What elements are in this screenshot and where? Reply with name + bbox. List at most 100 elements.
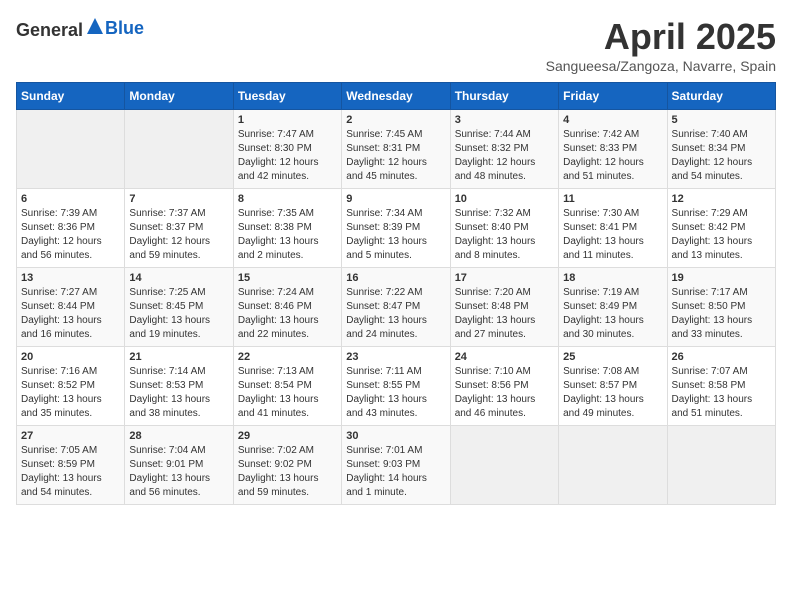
calendar-cell: 13 Sunrise: 7:27 AMSunset: 8:44 PMDayligh… [17, 268, 125, 347]
weekday-header-monday: Monday [125, 83, 233, 110]
weekday-header-thursday: Thursday [450, 83, 558, 110]
calendar-cell: 20Sunrise: 7:16 AMSunset: 8:52 PMDayligh… [17, 347, 125, 426]
calendar-cell: 17 Sunrise: 7:20 AMSunset: 8:48 PMDayligh… [450, 268, 558, 347]
calendar-cell: 7 Sunrise: 7:37 AMSunset: 8:37 PMDaylight… [125, 189, 233, 268]
day-number: 28 [129, 430, 228, 442]
day-number: 17 [455, 272, 554, 284]
logo-icon [85, 16, 105, 36]
weekday-header-saturday: Saturday [667, 83, 775, 110]
day-number: 26 [672, 351, 771, 363]
weekday-header-sunday: Sunday [17, 83, 125, 110]
day-info: Sunrise: 7:37 AMSunset: 8:37 PMDaylight:… [129, 207, 228, 263]
day-info: Sunrise: 7:01 AMSunset: 9:03 PMDaylight:… [346, 444, 445, 500]
day-number: 19 [672, 272, 771, 284]
day-number: 4 [563, 114, 662, 126]
logo: General Blue [16, 16, 144, 41]
day-info: Sunrise: 7:16 AMSunset: 8:52 PMDaylight:… [21, 365, 120, 421]
calendar-week-1: 1 Sunrise: 7:47 AMSunset: 8:30 PMDaylight… [17, 110, 776, 189]
calendar-cell: 25Sunrise: 7:08 AMSunset: 8:57 PMDayligh… [559, 347, 667, 426]
calendar-cell [667, 426, 775, 505]
calendar-cell: 10 Sunrise: 7:32 AMSunset: 8:40 PMDayligh… [450, 189, 558, 268]
day-info: Sunrise: 7:39 AMSunset: 8:36 PMDaylight:… [21, 207, 120, 263]
day-info: Sunrise: 7:32 AMSunset: 8:40 PMDaylight:… [455, 207, 554, 263]
day-info: Sunrise: 7:10 AMSunset: 8:56 PMDaylight:… [455, 365, 554, 421]
day-number: 2 [346, 114, 445, 126]
day-info: Sunrise: 7:30 AMSunset: 8:41 PMDaylight:… [563, 207, 662, 263]
title-area: April 2025 Sangueesa/Zangoza, Navarre, S… [546, 16, 776, 74]
day-number: 18 [563, 272, 662, 284]
day-info: Sunrise: 7:40 AMSunset: 8:34 PMDaylight:… [672, 128, 771, 184]
day-number: 10 [455, 193, 554, 205]
day-number: 13 [21, 272, 120, 284]
calendar-cell: 8 Sunrise: 7:35 AMSunset: 8:38 PMDaylight… [233, 189, 341, 268]
day-number: 24 [455, 351, 554, 363]
day-number: 22 [238, 351, 337, 363]
calendar-week-5: 27Sunrise: 7:05 AMSunset: 8:59 PMDayligh… [17, 426, 776, 505]
day-info: Sunrise: 7:42 AMSunset: 8:33 PMDaylight:… [563, 128, 662, 184]
day-info: Sunrise: 7:34 AMSunset: 8:39 PMDaylight:… [346, 207, 445, 263]
calendar-cell: 24 Sunrise: 7:10 AMSunset: 8:56 PMDayligh… [450, 347, 558, 426]
calendar-cell: 5Sunrise: 7:40 AMSunset: 8:34 PMDaylight… [667, 110, 775, 189]
calendar-cell: 26Sunrise: 7:07 AMSunset: 8:58 PMDayligh… [667, 347, 775, 426]
calendar-cell: 30 Sunrise: 7:01 AMSunset: 9:03 PMDayligh… [342, 426, 450, 505]
day-info: Sunrise: 7:04 AMSunset: 9:01 PMDaylight:… [129, 444, 228, 500]
calendar-cell: 6 Sunrise: 7:39 AMSunset: 8:36 PMDaylight… [17, 189, 125, 268]
day-info: Sunrise: 7:25 AMSunset: 8:45 PMDaylight:… [129, 286, 228, 342]
day-number: 11 [563, 193, 662, 205]
calendar-title: April 2025 [546, 16, 776, 58]
calendar-cell: 22 Sunrise: 7:13 AMSunset: 8:54 PMDayligh… [233, 347, 341, 426]
day-info: Sunrise: 7:27 AMSunset: 8:44 PMDaylight:… [21, 286, 120, 342]
calendar-cell: 19Sunrise: 7:17 AMSunset: 8:50 PMDayligh… [667, 268, 775, 347]
day-number: 14 [129, 272, 228, 284]
day-info: Sunrise: 7:45 AMSunset: 8:31 PMDaylight:… [346, 128, 445, 184]
weekday-header-row: SundayMondayTuesdayWednesdayThursdayFrid… [17, 83, 776, 110]
day-number: 29 [238, 430, 337, 442]
day-info: Sunrise: 7:35 AMSunset: 8:38 PMDaylight:… [238, 207, 337, 263]
day-info: Sunrise: 7:13 AMSunset: 8:54 PMDaylight:… [238, 365, 337, 421]
calendar-cell [125, 110, 233, 189]
day-info: Sunrise: 7:20 AMSunset: 8:48 PMDaylight:… [455, 286, 554, 342]
day-number: 3 [455, 114, 554, 126]
calendar-cell [17, 110, 125, 189]
logo-blue-text: Blue [105, 18, 144, 38]
day-number: 23 [346, 351, 445, 363]
calendar-body: 1 Sunrise: 7:47 AMSunset: 8:30 PMDaylight… [17, 110, 776, 505]
calendar-cell: 28 Sunrise: 7:04 AMSunset: 9:01 PMDayligh… [125, 426, 233, 505]
day-info: Sunrise: 7:44 AMSunset: 8:32 PMDaylight:… [455, 128, 554, 184]
calendar-cell: 27Sunrise: 7:05 AMSunset: 8:59 PMDayligh… [17, 426, 125, 505]
calendar-table: SundayMondayTuesdayWednesdayThursdayFrid… [16, 82, 776, 505]
day-number: 6 [21, 193, 120, 205]
calendar-week-3: 13 Sunrise: 7:27 AMSunset: 8:44 PMDayligh… [17, 268, 776, 347]
calendar-cell: 23 Sunrise: 7:11 AMSunset: 8:55 PMDayligh… [342, 347, 450, 426]
calendar-cell: 4 Sunrise: 7:42 AMSunset: 8:33 PMDaylight… [559, 110, 667, 189]
day-info: Sunrise: 7:05 AMSunset: 8:59 PMDaylight:… [21, 444, 120, 500]
weekday-header-tuesday: Tuesday [233, 83, 341, 110]
calendar-cell: 16 Sunrise: 7:22 AMSunset: 8:47 PMDayligh… [342, 268, 450, 347]
calendar-cell: 18Sunrise: 7:19 AMSunset: 8:49 PMDayligh… [559, 268, 667, 347]
page-header: General Blue April 2025 Sangueesa/Zangoz… [16, 16, 776, 74]
calendar-cell [450, 426, 558, 505]
calendar-cell: 3 Sunrise: 7:44 AMSunset: 8:32 PMDaylight… [450, 110, 558, 189]
calendar-week-4: 20Sunrise: 7:16 AMSunset: 8:52 PMDayligh… [17, 347, 776, 426]
day-info: Sunrise: 7:29 AMSunset: 8:42 PMDaylight:… [672, 207, 771, 263]
calendar-header: SundayMondayTuesdayWednesdayThursdayFrid… [17, 83, 776, 110]
day-info: Sunrise: 7:11 AMSunset: 8:55 PMDaylight:… [346, 365, 445, 421]
logo-general-text: General [16, 20, 83, 40]
day-info: Sunrise: 7:14 AMSunset: 8:53 PMDaylight:… [129, 365, 228, 421]
day-number: 12 [672, 193, 771, 205]
calendar-cell [559, 426, 667, 505]
day-number: 9 [346, 193, 445, 205]
calendar-cell: 9 Sunrise: 7:34 AMSunset: 8:39 PMDaylight… [342, 189, 450, 268]
calendar-location: Sangueesa/Zangoza, Navarre, Spain [546, 58, 776, 74]
day-number: 8 [238, 193, 337, 205]
day-number: 25 [563, 351, 662, 363]
day-number: 1 [238, 114, 337, 126]
day-number: 16 [346, 272, 445, 284]
day-info: Sunrise: 7:22 AMSunset: 8:47 PMDaylight:… [346, 286, 445, 342]
day-number: 15 [238, 272, 337, 284]
calendar-cell: 29 Sunrise: 7:02 AMSunset: 9:02 PMDayligh… [233, 426, 341, 505]
day-info: Sunrise: 7:02 AMSunset: 9:02 PMDaylight:… [238, 444, 337, 500]
day-number: 30 [346, 430, 445, 442]
day-number: 7 [129, 193, 228, 205]
day-info: Sunrise: 7:47 AMSunset: 8:30 PMDaylight:… [238, 128, 337, 184]
